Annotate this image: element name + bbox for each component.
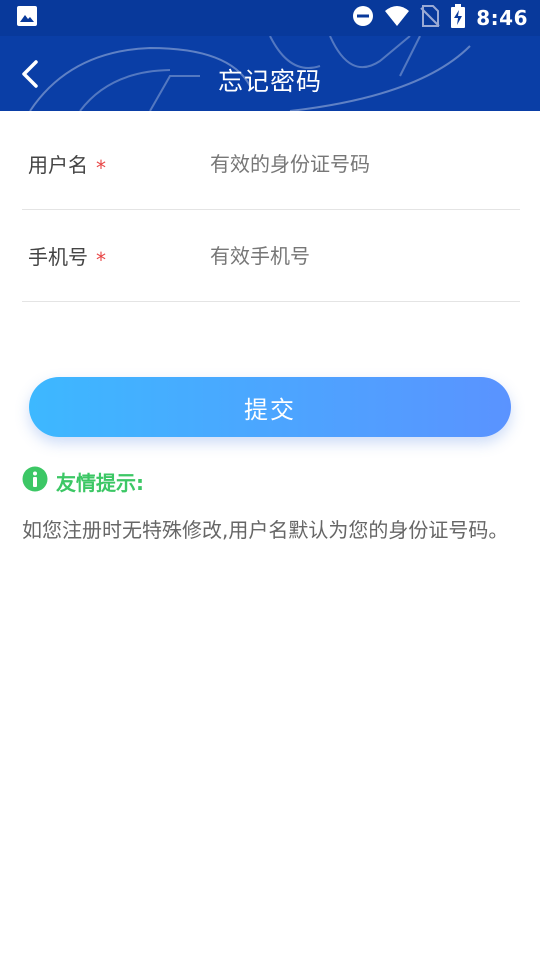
username-input[interactable] [210,141,520,186]
image-icon [16,5,38,31]
no-sim-icon [420,5,440,31]
phone-label: 手机号 * [22,241,210,272]
username-label: 用户名 * [22,149,210,180]
status-bar: 8:46 [0,0,540,36]
page-title: 忘记密码 [217,67,322,96]
app-bar: 忘记密码 [0,36,540,111]
required-mark: * [96,247,106,272]
username-label-text: 用户名 [28,153,88,177]
username-row: 用户名 * [22,118,520,210]
phone-input[interactable] [210,233,520,278]
required-mark: * [96,155,106,180]
wifi-icon [384,5,410,31]
submit-button[interactable]: 提交 [29,377,511,437]
info-icon [22,466,48,496]
phone-label-text: 手机号 [28,245,88,269]
tip-text: 如您注册时无特殊修改,用户名默认为您的身份证号码。 [22,518,509,542]
phone-row: 手机号 * [22,210,520,302]
status-time: 8:46 [476,6,528,30]
tip-title: 友情提示: [56,470,144,495]
tip-header: 友情提示: [22,466,144,496]
do-not-disturb-icon [352,5,374,31]
battery-charging-icon [450,4,466,32]
